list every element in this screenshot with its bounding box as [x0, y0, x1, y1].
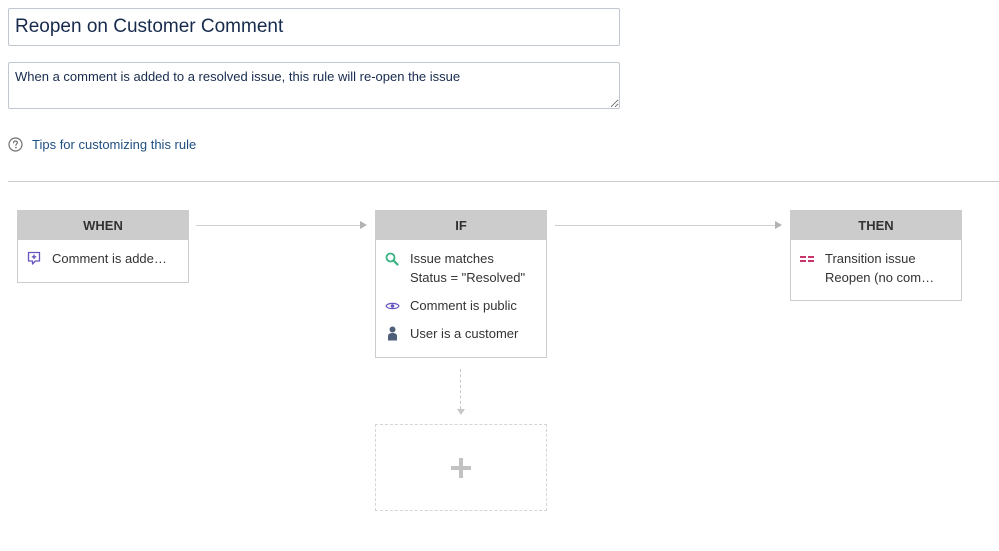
then-card-header: THEN — [791, 211, 961, 240]
when-card-header: WHEN — [18, 211, 188, 240]
section-divider — [8, 181, 999, 182]
search-icon — [384, 249, 400, 268]
plus-icon — [451, 457, 471, 478]
tips-link[interactable]: Tips for customizing this rule — [32, 137, 196, 152]
tips-section: Tips for customizing this rule — [8, 135, 196, 153]
user-customer-label: User is a customer — [410, 326, 519, 341]
then-action-transition[interactable]: Transition issue Reopen (no com… — [799, 249, 953, 287]
comment-public-label: Comment is public — [410, 298, 517, 313]
when-card[interactable]: WHEN Comment is adde… — [17, 210, 189, 283]
rule-description-textarea[interactable]: When a comment is added to a resolved is… — [8, 62, 620, 109]
transition-label: Transition issue — [825, 251, 916, 266]
transition-target: Reopen (no com… — [825, 270, 935, 285]
when-to-if-arrowhead — [360, 221, 367, 229]
if-card[interactable]: IF Issue matches Status = "Resolved" Com… — [375, 210, 547, 358]
when-to-if-connector — [196, 225, 360, 226]
rule-name-input[interactable] — [8, 8, 620, 46]
then-card[interactable]: THEN Transition issue Reopen (no com… — [790, 210, 962, 301]
issue-matches-label: Issue matches — [410, 251, 494, 266]
add-component-button[interactable] — [375, 424, 547, 511]
user-icon — [384, 324, 400, 343]
when-trigger-label: Comment is adde… — [52, 251, 167, 266]
transition-icon — [799, 249, 815, 268]
when-trigger-item[interactable]: Comment is adde… — [26, 249, 180, 268]
if-condition-issue-matches[interactable]: Issue matches Status = "Resolved" — [384, 249, 538, 287]
if-to-then-connector — [555, 225, 775, 226]
comment-add-icon — [26, 249, 42, 268]
question-circle-icon — [8, 136, 23, 152]
if-condition-user-customer[interactable]: User is a customer — [384, 324, 538, 343]
branch-connector — [460, 369, 461, 409]
branch-arrow-down — [457, 409, 465, 415]
eye-icon — [384, 296, 400, 315]
issue-matches-jql: Status = "Resolved" — [410, 270, 526, 285]
if-to-then-arrowhead — [775, 221, 782, 229]
if-card-header: IF — [376, 211, 546, 240]
if-condition-comment-public[interactable]: Comment is public — [384, 296, 538, 315]
